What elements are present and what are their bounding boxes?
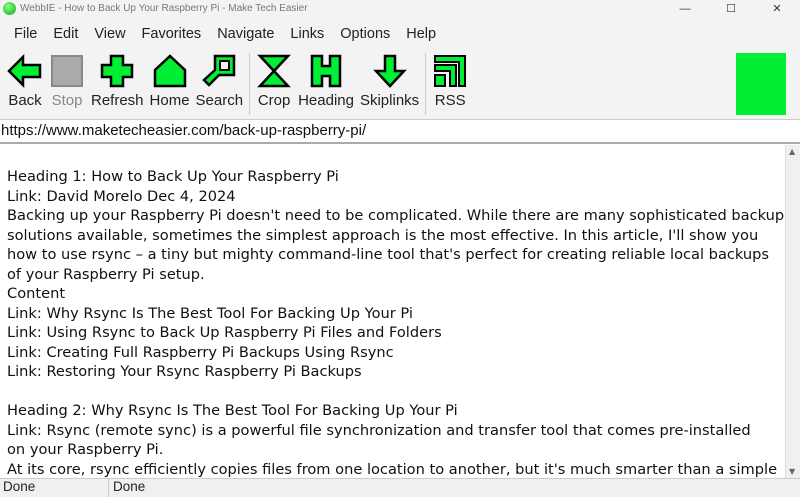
content-line: of your Raspberry Pi setup. (7, 265, 205, 283)
stop-label: Stop (51, 92, 83, 109)
menu-navigate[interactable]: Navigate (209, 26, 282, 42)
content-line: solutions available, sometimes the simpl… (7, 226, 759, 244)
window-title: WebbIE - How to Back Up Your Raspberry P… (20, 3, 308, 14)
rss-button[interactable]: RSS (429, 53, 471, 109)
content-link[interactable]: Link: Why Rsync Is The Best Tool For Bac… (7, 304, 785, 324)
content-link[interactable]: Link: Rsync (remote sync) is a powerful … (7, 421, 785, 441)
scroll-down-icon[interactable]: ▼ (789, 467, 795, 476)
rss-feed-icon (434, 55, 467, 87)
content-line (7, 382, 785, 402)
content-line: how to use rsync – a tiny but mighty com… (7, 246, 770, 263)
minimize-button[interactable]: — (662, 3, 708, 15)
maximize-button[interactable]: ☐ (708, 2, 754, 15)
content-link[interactable]: Link: Creating Full Raspberry Pi Backups… (7, 343, 785, 363)
menu-edit[interactable]: Edit (45, 26, 86, 42)
content-link[interactable]: Link: Using Rsync to Back Up Raspberry P… (7, 323, 785, 343)
content-link[interactable]: Link: Restoring Your Rsync Raspberry Pi … (7, 362, 785, 382)
heading-label: Heading (298, 92, 354, 109)
content-heading: Heading 2: Why Rsync Is The Best Tool Fo… (7, 402, 458, 419)
heading-button[interactable]: Heading (295, 53, 357, 109)
back-label: Back (8, 92, 42, 109)
back-arrow-icon (7, 53, 42, 89)
status-bar: Done Done (0, 478, 800, 497)
close-button[interactable]: ✕ (754, 2, 800, 15)
page-content-text[interactable]: Heading 1: How to Back Up Your Raspberry… (0, 145, 785, 478)
skiplinks-label: Skiplinks (359, 92, 420, 109)
refresh-cross-icon (101, 54, 134, 88)
refresh-button[interactable]: Refresh (88, 53, 147, 109)
search-button[interactable]: Search (193, 53, 247, 109)
content-heading: Heading 1: How to Back Up Your Raspberry… (7, 168, 339, 185)
menu-options[interactable]: Options (332, 26, 398, 42)
stop-square-icon (51, 55, 83, 87)
menu-bar: File Edit View Favorites Navigate Links … (0, 17, 800, 51)
status-left: Done (0, 479, 109, 497)
back-button[interactable]: Back (4, 53, 46, 109)
crop-button[interactable]: Crop (253, 53, 295, 109)
skip-down-arrow-icon (372, 54, 407, 88)
menu-view[interactable]: View (86, 26, 133, 42)
menu-help[interactable]: Help (398, 26, 444, 42)
toolbar-separator (425, 53, 427, 115)
status-indicator (736, 53, 786, 115)
toolbar-separator (249, 53, 251, 115)
stop-button[interactable]: Stop (46, 53, 88, 109)
search-magnifier-icon (202, 54, 236, 87)
content-line: At its core, rsync efficiently copies fi… (7, 460, 778, 478)
menu-links[interactable]: Links (282, 26, 332, 42)
home-button[interactable]: Home (147, 53, 193, 109)
status-right: Done (113, 479, 146, 494)
skiplinks-button[interactable]: Skiplinks (357, 53, 422, 109)
vertical-scrollbar[interactable]: ▲ ▼ (785, 145, 800, 478)
menu-favorites[interactable]: Favorites (134, 26, 210, 42)
toolbar: Back Stop Refresh Home Search Crop Headi… (0, 51, 800, 119)
home-label: Home (149, 92, 190, 109)
content-line: on your Raspberry Pi. (7, 441, 164, 458)
scroll-up-icon[interactable]: ▲ (789, 147, 795, 156)
address-bar-input[interactable]: https://www.maketecheasier.com/back-up-r… (0, 119, 800, 144)
rss-label: RSS (434, 92, 466, 109)
crop-hourglass-icon (257, 54, 291, 88)
home-icon (153, 54, 186, 88)
content-line: Content (7, 285, 66, 302)
search-label: Search (195, 92, 244, 109)
refresh-label: Refresh (91, 92, 144, 109)
crop-label: Crop (257, 92, 291, 109)
content-line: Backing up your Raspberry Pi doesn't nee… (7, 207, 785, 224)
title-bar: WebbIE - How to Back Up Your Raspberry P… (0, 0, 800, 17)
content-link[interactable]: Link: David Morelo Dec 4, 2024 (7, 187, 785, 207)
menu-file[interactable]: File (6, 26, 45, 42)
app-logo-icon (3, 2, 16, 15)
heading-h-icon (310, 54, 342, 88)
